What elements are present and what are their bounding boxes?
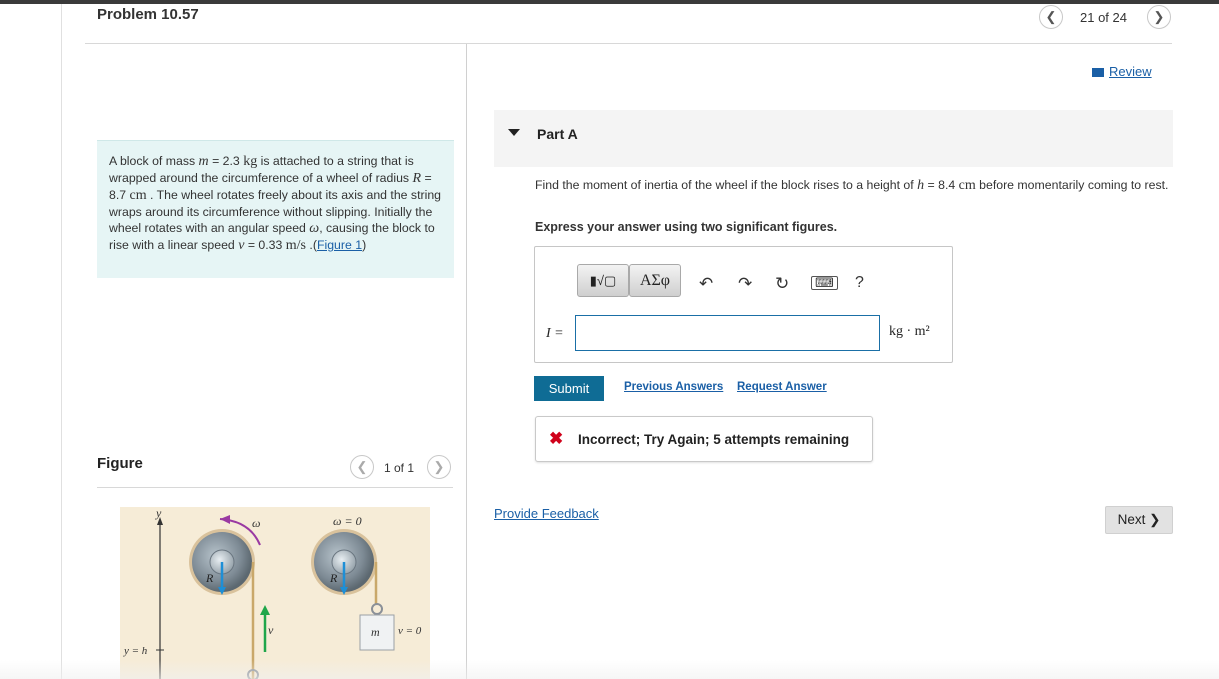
- units-label: kg · m²: [889, 324, 930, 339]
- question-text: Find the moment of inertia of the wheel …: [535, 178, 1169, 193]
- book-icon: [1092, 68, 1104, 78]
- header-divider: [85, 43, 1172, 44]
- previous-answers-link[interactable]: Previous Answers: [624, 381, 723, 393]
- height-label: y = h: [123, 645, 148, 657]
- collapse-triangle-icon[interactable]: [508, 129, 520, 136]
- column-divider: [466, 44, 467, 679]
- bottom-fade: [0, 660, 1219, 679]
- y-axis-label: y: [155, 507, 162, 520]
- omega-zero-label: ω = 0: [333, 514, 362, 528]
- answer-instructions: Express your answer using two significan…: [535, 220, 838, 234]
- request-answer-link[interactable]: Request Answer: [737, 381, 827, 393]
- mass-label: m: [371, 625, 380, 639]
- templates-button[interactable]: ▮√▢: [577, 264, 629, 297]
- problem-statement: A block of mass m = 2.3 kg is attached t…: [97, 140, 454, 278]
- redo-icon[interactable]: ↷: [738, 274, 752, 294]
- velocity-zero-label: v = 0: [398, 625, 422, 637]
- chevron-left-icon: ❮: [1045, 9, 1057, 24]
- error-x-icon: ✖: [549, 429, 564, 448]
- next-button[interactable]: Next ❯: [1105, 506, 1173, 534]
- undo-icon[interactable]: ↶: [699, 274, 713, 294]
- greek-letters-icon: ΑΣφ: [639, 271, 671, 289]
- top-bar: [0, 0, 1219, 4]
- chevron-left-icon: ❮: [356, 459, 368, 474]
- greek-symbols-button[interactable]: ΑΣφ: [629, 264, 681, 297]
- problem-title: Problem 10.57: [97, 6, 199, 23]
- templates-icon: ▮√▢: [589, 272, 617, 288]
- part-a-header[interactable]: [494, 110, 1173, 167]
- review-link[interactable]: Review: [1092, 64, 1152, 79]
- omega-label: ω: [252, 516, 260, 530]
- keyboard-icon[interactable]: ⌨: [811, 276, 838, 290]
- help-icon[interactable]: ?: [855, 274, 864, 292]
- answer-input[interactable]: [575, 315, 880, 351]
- submit-button[interactable]: Submit: [534, 376, 604, 401]
- figure-heading: Figure: [97, 455, 143, 472]
- part-a-title: Part A: [537, 126, 578, 142]
- chevron-right-icon: ❯: [433, 459, 445, 474]
- feedback-text: Incorrect; Try Again; 5 attempts remaini…: [578, 432, 850, 447]
- reset-icon[interactable]: ↻: [775, 274, 789, 294]
- left-gutter: [61, 4, 62, 679]
- radius-label-right: R: [329, 571, 338, 585]
- figure-link[interactable]: Figure 1: [317, 238, 362, 252]
- wheel-block-diagram: y y = h R ω v ω = 0 R m v = 0: [120, 507, 430, 679]
- figure-prev-button[interactable]: ❮: [350, 455, 374, 479]
- radius-label-left: R: [205, 571, 214, 585]
- figure-next-button[interactable]: ❯: [427, 455, 451, 479]
- next-problem-button[interactable]: ❯: [1147, 5, 1171, 29]
- variable-label: I =: [546, 326, 564, 341]
- velocity-label: v: [268, 623, 274, 637]
- problem-position: 21 of 24: [1080, 10, 1127, 25]
- figure-counter: 1 of 1: [384, 461, 415, 475]
- prev-problem-button[interactable]: ❮: [1039, 5, 1063, 29]
- figure-divider: [97, 487, 453, 488]
- chevron-right-icon: ❯: [1153, 9, 1165, 24]
- provide-feedback-link[interactable]: Provide Feedback: [494, 506, 599, 521]
